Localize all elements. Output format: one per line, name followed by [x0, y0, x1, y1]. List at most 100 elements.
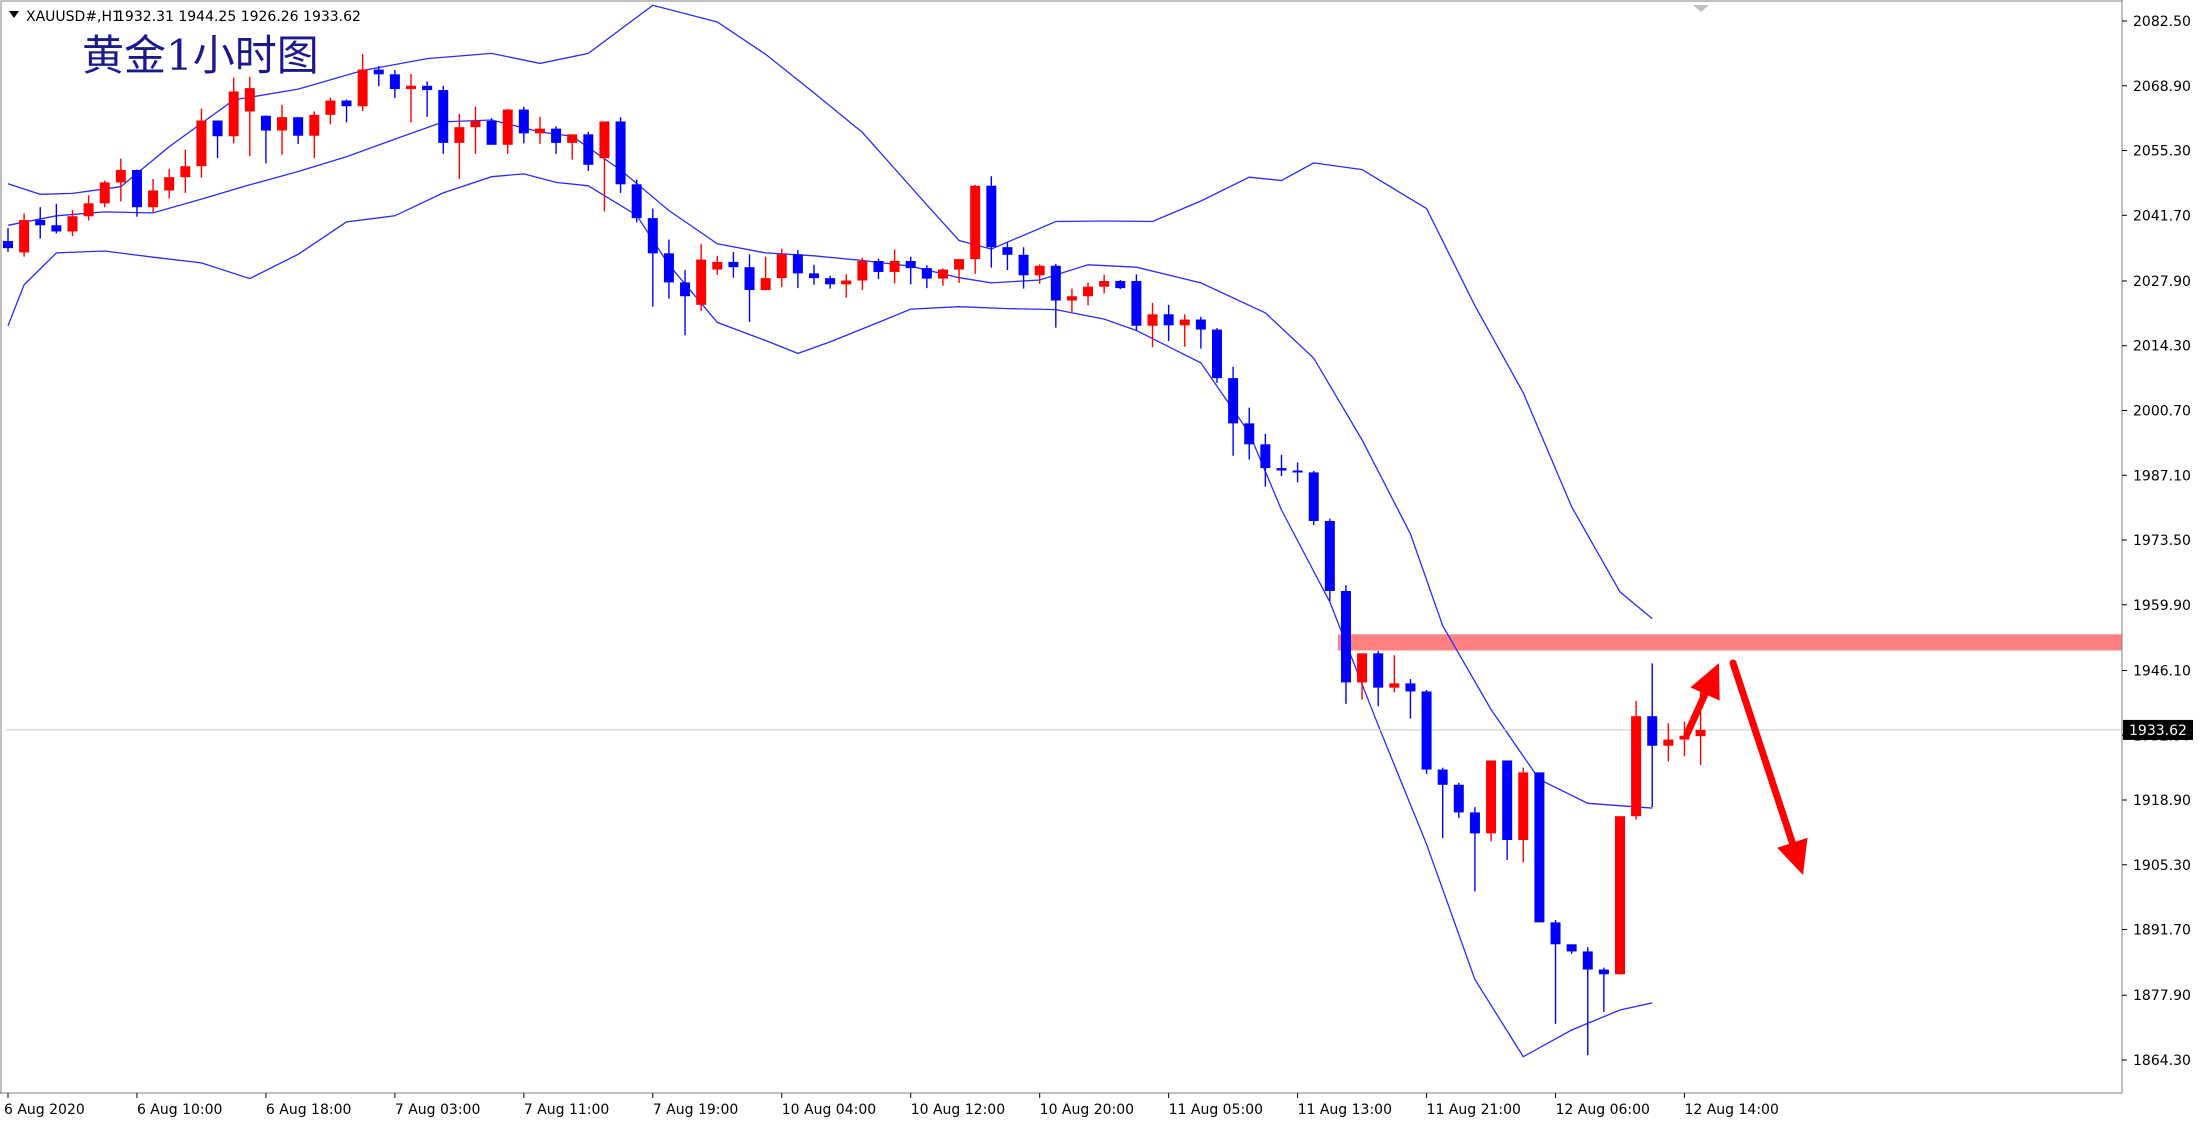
candle[interactable]	[937, 268, 948, 286]
up-arrow-icon[interactable]	[1683, 663, 1720, 738]
candle[interactable]	[1115, 280, 1126, 290]
candle[interactable]	[825, 275, 836, 289]
candle[interactable]	[1647, 663, 1658, 808]
candle[interactable]	[567, 134, 578, 160]
candle[interactable]	[921, 265, 932, 289]
candle[interactable]	[1502, 760, 1513, 861]
candle[interactable]	[1518, 767, 1529, 863]
candle[interactable]	[809, 264, 819, 285]
candle[interactable]	[1195, 316, 1206, 349]
candle[interactable]	[212, 120, 223, 159]
candle[interactable]	[502, 109, 513, 154]
candle[interactable]	[792, 250, 803, 289]
candle[interactable]	[1598, 967, 1609, 1012]
candle[interactable]	[293, 117, 304, 144]
candle[interactable]	[663, 239, 674, 299]
candle[interactable]	[486, 118, 497, 145]
candle[interactable]	[438, 85, 449, 154]
candle[interactable]	[857, 257, 868, 291]
candle[interactable]	[1228, 366, 1239, 456]
candle[interactable]	[1437, 767, 1448, 839]
candle[interactable]	[1453, 782, 1464, 819]
candle[interactable]	[1566, 944, 1577, 954]
down-arrow-icon[interactable]	[1729, 659, 1808, 875]
candle[interactable]	[1002, 241, 1013, 271]
candle[interactable]	[277, 104, 288, 155]
candle[interactable]	[1340, 585, 1351, 704]
candle[interactable]	[406, 73, 416, 123]
candle[interactable]	[841, 274, 852, 298]
candle[interactable]	[1308, 470, 1319, 526]
candle[interactable]	[776, 248, 787, 288]
candle[interactable]	[196, 108, 207, 178]
candlestick-chart[interactable]: 2082.50 2068.90 2055.30 2041.70 2027.90 2014.…	[0, 0, 2202, 1124]
candle[interactable]	[1244, 407, 1255, 460]
candle[interactable]	[631, 179, 642, 223]
candle[interactable]	[1324, 518, 1335, 601]
candle[interactable]	[115, 158, 126, 202]
candle[interactable]	[309, 111, 320, 159]
candle[interactable]	[1534, 772, 1545, 923]
candle[interactable]	[3, 228, 13, 252]
candle[interactable]	[1582, 947, 1593, 1056]
candle[interactable]	[244, 76, 255, 157]
candle[interactable]	[760, 256, 771, 291]
collapse-triangle-icon[interactable]	[9, 11, 19, 18]
candle[interactable]	[325, 97, 336, 125]
chart-window[interactable]: 2082.50 2068.90 2055.30 2041.70 2027.90 2014.…	[0, 0, 2202, 1124]
candle[interactable]	[1421, 690, 1432, 774]
candle[interactable]	[1179, 314, 1190, 347]
candle[interactable]	[954, 259, 965, 283]
candle[interactable]	[1131, 274, 1142, 331]
candle[interactable]	[534, 116, 545, 144]
candle[interactable]	[583, 131, 594, 171]
candle[interactable]	[551, 126, 562, 154]
candle[interactable]	[470, 106, 481, 154]
candle[interactable]	[51, 203, 62, 234]
candle[interactable]	[728, 251, 739, 278]
candle[interactable]	[1050, 263, 1061, 328]
candle[interactable]	[712, 255, 723, 275]
candle[interactable]	[131, 169, 142, 217]
candle[interactable]	[260, 115, 271, 164]
candle[interactable]	[228, 77, 239, 144]
chart-shift-marker-icon[interactable]	[1693, 5, 1709, 12]
candle[interactable]	[970, 184, 981, 274]
candle[interactable]	[1066, 288, 1077, 312]
candle[interactable]	[454, 113, 465, 180]
candle[interactable]	[373, 66, 384, 87]
candle[interactable]	[83, 195, 94, 221]
candle[interactable]	[1373, 650, 1384, 707]
candle[interactable]	[1212, 328, 1222, 383]
candle[interactable]	[1405, 679, 1416, 719]
candle[interactable]	[615, 117, 626, 193]
candle[interactable]	[1389, 655, 1400, 693]
candle[interactable]	[986, 176, 997, 268]
candle[interactable]	[341, 99, 352, 123]
candle[interactable]	[1018, 247, 1029, 289]
candle[interactable]	[1663, 723, 1674, 762]
candle[interactable]	[422, 81, 433, 117]
candle[interactable]	[1486, 760, 1497, 842]
candle[interactable]	[1099, 274, 1110, 294]
candle[interactable]	[1163, 304, 1174, 341]
candle[interactable]	[1631, 700, 1642, 820]
candle[interactable]	[1550, 920, 1561, 1024]
candle[interactable]	[1292, 462, 1303, 483]
candle[interactable]	[1276, 454, 1287, 477]
candle[interactable]	[148, 179, 159, 212]
candle[interactable]	[696, 243, 707, 311]
candle[interactable]	[744, 254, 755, 322]
candle[interactable]	[164, 169, 175, 199]
candle[interactable]	[1083, 282, 1094, 306]
candle[interactable]	[905, 256, 916, 285]
candle[interactable]	[180, 149, 191, 193]
candle[interactable]	[518, 106, 529, 144]
candle[interactable]	[1615, 816, 1625, 975]
candle[interactable]	[19, 213, 30, 257]
candle[interactable]	[1469, 807, 1480, 892]
candle[interactable]	[99, 180, 110, 208]
candle[interactable]	[647, 208, 658, 307]
candle[interactable]	[35, 207, 46, 239]
candle[interactable]	[889, 249, 900, 284]
